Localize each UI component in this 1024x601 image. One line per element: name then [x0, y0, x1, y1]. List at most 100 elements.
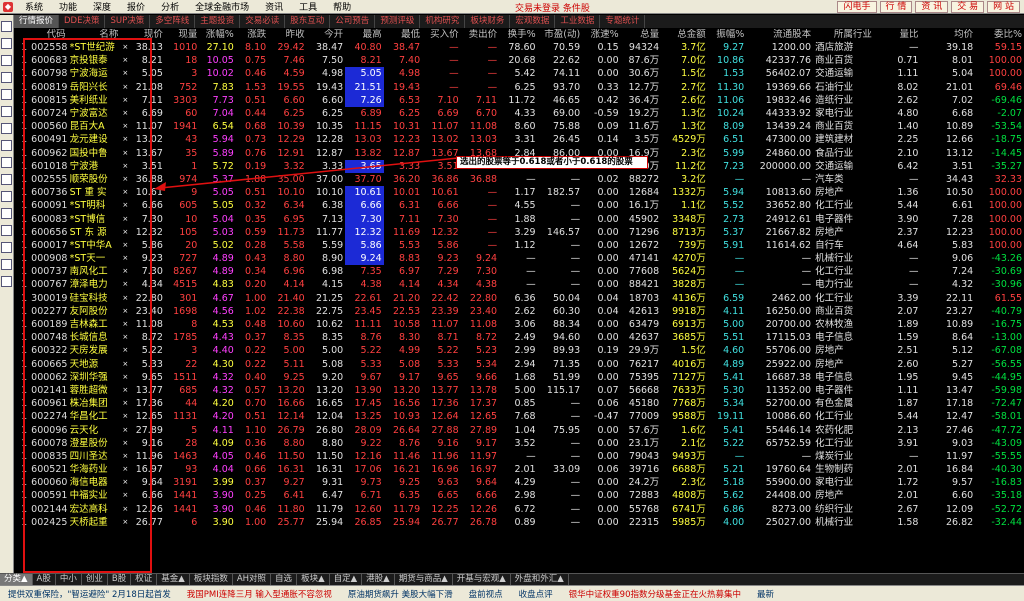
- status-item[interactable]: 收盘点评: [511, 588, 561, 600]
- table-row[interactable]: 1 000737 南风化工 × 7.30 8267 4.89 0.34 6.96 6.98 7.35…: [15, 265, 1024, 278]
- table-icon[interactable]: [1, 89, 12, 100]
- status-item[interactable]: 银华中证权重90指数分级基金正在火热募集中: [561, 588, 749, 600]
- quick-button[interactable]: 闪电手: [837, 1, 877, 13]
- table-row[interactable]: 1 600665 天地源 × 5.33 22 4.30 0.22 5.11 5.08 5.33 5.0…: [15, 358, 1024, 371]
- tab-6[interactable]: 股东互动: [285, 15, 331, 28]
- status-item[interactable]: 原油期货飙升 美股大幅下滑: [340, 588, 461, 600]
- tab-8[interactable]: 预测评级: [375, 15, 421, 28]
- tab-10[interactable]: 板块财务: [465, 15, 511, 28]
- fl-icon[interactable]: [1, 140, 12, 151]
- table-row[interactable]: 1 600815 美利纸业 × 7.11 3303 7.73 0.51 6.60 6.60 7.26…: [15, 93, 1024, 107]
- tab-5[interactable]: 交易必读: [240, 15, 286, 28]
- table-row[interactable]: 1 000835 四川圣达 × 11.96 1463 4.05 0.46 11.50 11.50 1…: [15, 450, 1024, 463]
- column-header[interactable]: 所属行业: [813, 29, 874, 41]
- table-row[interactable]: 1 600736 ST 重 实 × 10.61 9 5.05 0.51 10.10 10.10 10…: [15, 186, 1024, 200]
- table-row[interactable]: 1 002274 华昌化工 × 12.65 1131 4.20 0.51 12.14 12.04 1…: [15, 410, 1024, 423]
- column-header[interactable]: 卖出价: [460, 29, 500, 41]
- tool4-icon[interactable]: [1, 242, 12, 253]
- column-header[interactable]: 涨幅%: [199, 29, 236, 41]
- bottom-tab[interactable]: 外盘和外汇▲: [511, 574, 569, 585]
- search-icon[interactable]: [1, 174, 12, 185]
- column-header[interactable]: 最高: [345, 29, 384, 41]
- column-header[interactable]: [15, 29, 30, 41]
- f10-icon[interactable]: [1, 106, 12, 117]
- bar-icon[interactable]: [1, 55, 12, 66]
- table-row[interactable]: 1 600521 华海药业 × 16.97 93 4.04 0.66 16.31 16.31 17.…: [15, 463, 1024, 476]
- table-row[interactable]: 1 600096 云天化 × 27.89 5 4.11 1.10 26.79 26.80 28.09…: [15, 423, 1024, 436]
- table-row[interactable]: 1 600656 ST 东 源 × 12.32 105 5.03 0.59 11.73 11.77…: [15, 225, 1024, 239]
- quick-button[interactable]: 交 易: [951, 1, 985, 13]
- tool1-icon[interactable]: [1, 191, 12, 202]
- column-header[interactable]: 今开: [306, 29, 346, 41]
- table-row[interactable]: 1 000748 长城信息 × 8.72 1785 4.43 0.37 8.35 8.35 8.76…: [15, 331, 1024, 344]
- tab-13[interactable]: 专题统计: [600, 15, 646, 28]
- up-icon[interactable]: [1, 276, 12, 287]
- bottom-tab[interactable]: 创业: [82, 574, 108, 585]
- table-row[interactable]: 1 600083 *ST博信 × 7.30 10 5.04 0.35 6.95 7.13 7.30 7…: [15, 212, 1024, 226]
- status-item[interactable]: 我国PMI连降三月 输入型通胀不容忽视: [179, 588, 340, 600]
- login-status[interactable]: 交易未登录 条件股: [515, 1, 590, 14]
- column-header[interactable]: 买入价: [422, 29, 461, 41]
- tab-12[interactable]: 工业数据: [555, 15, 601, 28]
- column-header[interactable]: 现量: [164, 29, 200, 41]
- menu-item[interactable]: 全球金融市场: [187, 0, 257, 13]
- bottom-tab[interactable]: 权证: [131, 574, 158, 585]
- bottom-tab[interactable]: 开基与宏观▲: [453, 574, 511, 585]
- table-row[interactable]: 1 000062 深圳华强 × 9.65 1511 4.32 0.40 9.25 9.20 9.67…: [15, 371, 1024, 384]
- column-header[interactable]: 振幅%: [707, 29, 747, 41]
- line-icon[interactable]: [1, 72, 12, 83]
- tab-0[interactable]: 行情报价: [14, 15, 60, 28]
- tab-2[interactable]: SUP决策: [105, 15, 151, 28]
- column-header[interactable]: 现价: [128, 29, 165, 41]
- table-row[interactable]: 1 600189 吉林森工 × 11.08 8 4.53 0.48 10.60 10.62 11.1…: [15, 318, 1024, 331]
- table-row[interactable]: 1 000767 漳泽电力 × 4.34 4515 4.83 0.20 4.14 4.15 4.38…: [15, 278, 1024, 291]
- column-header[interactable]: 流通股本: [746, 29, 814, 41]
- column-header[interactable]: 市盈(动): [537, 29, 583, 41]
- news-icon[interactable]: [1, 157, 12, 168]
- fc-icon[interactable]: [1, 123, 12, 134]
- bottom-tab[interactable]: 分类▲: [0, 574, 33, 585]
- table-row[interactable]: 1 600060 海信电器 × 9.64 3191 3.99 0.37 9.27 9.31 9.73…: [15, 476, 1024, 489]
- column-header[interactable]: 涨跌: [235, 29, 269, 41]
- bottom-tab[interactable]: 板块指数: [190, 574, 233, 585]
- tool2-icon[interactable]: [1, 208, 12, 219]
- column-header[interactable]: 最低: [383, 29, 423, 41]
- table-row[interactable]: 1 002425 天桥起重 × 26.77 6 3.90 1.00 25.77 25.94 26.8…: [15, 516, 1024, 529]
- table-row[interactable]: 1 600961 株冶集团 × 17.36 44 4.20 0.70 16.66 16.65 17.…: [15, 397, 1024, 410]
- table-row[interactable]: 1 600683 京投银泰 × 8.21 18 10.05 0.75 7.46 7.50 8.21 7…: [15, 54, 1024, 67]
- table-row[interactable]: 1 002555 顺荣股份 × 36.88 974 5.37 1.88 35.00 37.00 37…: [15, 173, 1024, 186]
- menu-item[interactable]: 系统: [17, 0, 51, 13]
- column-header[interactable]: 总金额: [661, 29, 708, 41]
- tab-11[interactable]: 宏观数据: [510, 15, 556, 28]
- bottom-tab[interactable]: 自定▲: [330, 574, 363, 585]
- tab-9[interactable]: 机构研究: [420, 15, 466, 28]
- bottom-tab[interactable]: B股: [108, 574, 132, 585]
- quick-button[interactable]: 资 讯: [915, 1, 949, 13]
- column-header[interactable]: 代码: [29, 29, 68, 41]
- column-header[interactable]: 换手%: [499, 29, 538, 41]
- tab-1[interactable]: DDE决策: [59, 15, 106, 28]
- tool3-icon[interactable]: [1, 225, 12, 236]
- tab-4[interactable]: 主题投资: [195, 15, 241, 28]
- menu-item[interactable]: 深度: [85, 0, 119, 13]
- table-row[interactable]: 1 600322 天房发展 × 5.22 3 4.40 0.22 5.00 5.00 5.22 4.9…: [15, 344, 1024, 357]
- table-row[interactable]: 1 002558 *ST世纪游 × 38.13 1010 27.10 8.10 29.42 38.…: [15, 41, 1024, 54]
- menu-item[interactable]: 报价: [119, 0, 153, 13]
- column-header[interactable]: 委比%: [975, 29, 1024, 41]
- table-row[interactable]: 1 600491 龙元建设 × 13.02 43 5.94 0.73 12.29 12.28 13.…: [15, 133, 1024, 146]
- menu-item[interactable]: 帮助: [325, 0, 359, 13]
- menu-item[interactable]: 资讯: [257, 0, 291, 13]
- bottom-tab[interactable]: A股: [33, 574, 56, 585]
- column-header[interactable]: 昨收: [268, 29, 307, 41]
- table-row[interactable]: 1 600078 澄星股份 × 9.16 28 4.09 0.36 8.80 8.80 9.22 8.…: [15, 437, 1024, 450]
- menu-item[interactable]: 分析: [153, 0, 187, 13]
- bottom-tab[interactable]: 中小: [56, 574, 82, 585]
- column-header[interactable]: 均价: [920, 29, 976, 41]
- er-icon[interactable]: [1, 259, 12, 270]
- chart-icon[interactable]: [1, 21, 12, 32]
- column-header[interactable]: 名称: [67, 29, 121, 41]
- bottom-tab[interactable]: 基金▲: [157, 574, 190, 585]
- menu-item[interactable]: 功能: [51, 0, 85, 13]
- table-row[interactable]: 1 600819 岳阳兴长 × 21.08 752 7.83 1.53 19.55 19.43 21…: [15, 80, 1024, 94]
- table-row[interactable]: 1 000560 昆百大A × 11.07 1941 6.54 0.68 10.39 10.35 1…: [15, 120, 1024, 133]
